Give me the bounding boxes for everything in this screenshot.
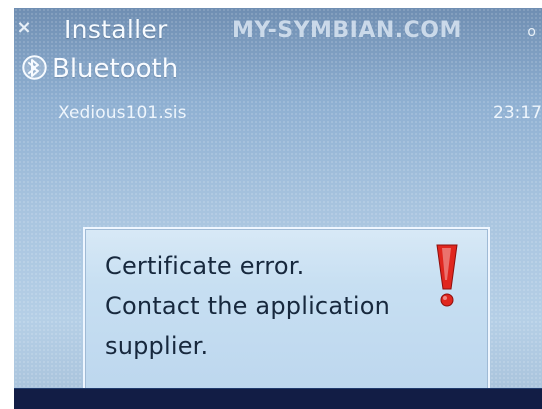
dialog-message-line-3: supplier. (105, 332, 209, 360)
dialog-message-line-2: Contact the application (105, 292, 391, 320)
app-title: Installer (64, 15, 168, 44)
dialog-message-line-1: Certificate error. (105, 252, 305, 280)
file-name: Xedious101.sis (58, 103, 187, 123)
close-icon[interactable]: × (14, 16, 34, 40)
watermark-text: MY-SYMBIAN.COM (232, 18, 462, 43)
bluetooth-icon (22, 55, 47, 80)
bluetooth-context: Bluetooth (22, 52, 382, 88)
context-title: Bluetooth (52, 54, 179, 84)
title-bar: × Installer MY-SYMBIAN.COM o (14, 8, 542, 52)
certificate-error-dialog: Certificate error. Contact the applicati… (83, 227, 490, 393)
softkey-bar (14, 388, 542, 409)
clock: 23:17 (493, 103, 542, 123)
file-row: Xedious101.sis 23:17 (14, 101, 542, 129)
signal-indicator: o (527, 24, 536, 40)
phone-screen: × Installer MY-SYMBIAN.COM o Bluetooth X… (14, 8, 542, 409)
exclamation-warning-icon (436, 244, 458, 307)
